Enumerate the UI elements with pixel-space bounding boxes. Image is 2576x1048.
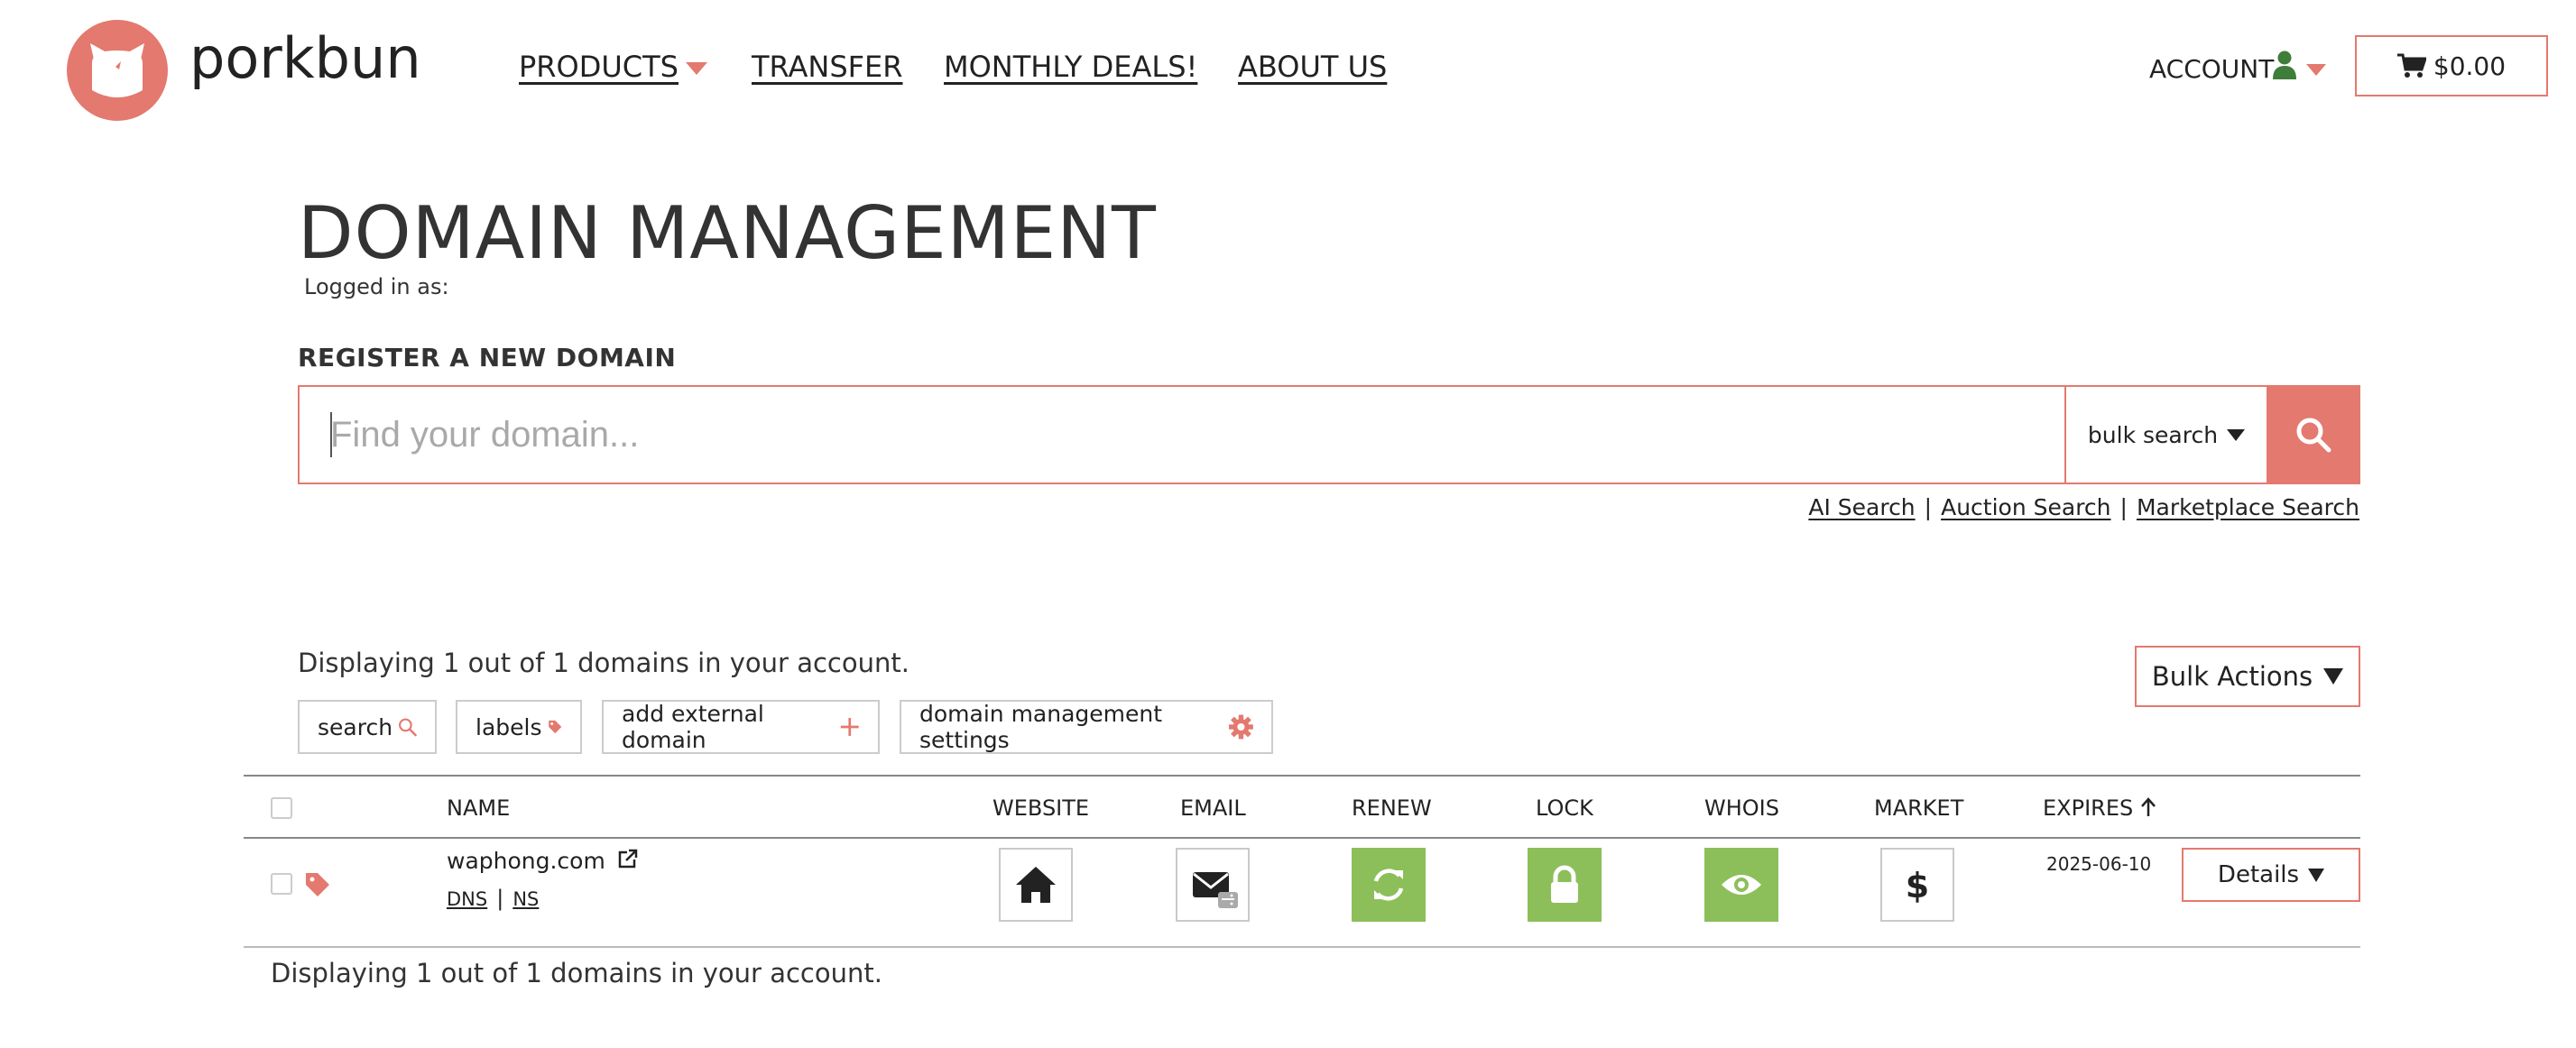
expiration-date: 2025-06-10 [2046, 853, 2152, 875]
nav-about-us[interactable]: ABOUT US [1238, 50, 1387, 84]
domain-name-link[interactable]: waphong.com [447, 848, 638, 874]
divider: | [2119, 494, 2128, 520]
search-domains-button[interactable]: search [298, 700, 437, 754]
select-all-checkbox[interactable] [271, 797, 292, 819]
domain-search-input[interactable] [300, 387, 2064, 483]
external-link-icon[interactable] [616, 849, 638, 870]
column-header-email[interactable]: EMAIL [1180, 795, 1246, 821]
bulk-search-dropdown[interactable]: bulk search [2064, 387, 2267, 483]
dollar-icon: $ [1906, 866, 1929, 905]
divider: | [496, 886, 504, 911]
cart-button[interactable]: $0.00 [2355, 35, 2548, 97]
add-external-label: add external domain [622, 701, 764, 753]
home-icon [1016, 867, 1056, 903]
tag-icon[interactable] [304, 871, 331, 898]
column-header-lock[interactable]: LOCK [1536, 795, 1593, 821]
register-domain-heading: REGISTER A NEW DOMAIN [298, 343, 677, 372]
account-menu[interactable]: ACCOUNT [2149, 54, 2274, 84]
divider: | [1924, 494, 1933, 520]
marketplace-search-link[interactable]: Marketplace Search [2137, 494, 2359, 520]
table-bottom-border [244, 946, 2360, 948]
whois-privacy-toggle[interactable] [1704, 848, 1778, 922]
bulk-actions-label: Bulk Actions [2151, 661, 2313, 692]
domain-search-bar: bulk search [298, 385, 2360, 484]
labels-button-label: labels [475, 713, 542, 740]
settings-button-label: domain management settings [919, 701, 1163, 753]
bulk-search-label: bulk search [2087, 421, 2219, 448]
column-header-name[interactable]: NAME [447, 795, 510, 821]
nav-products[interactable]: PRODUCTS [519, 50, 707, 84]
caret-down-icon [2227, 428, 2246, 441]
column-header-website[interactable]: WEBSITE [993, 795, 1089, 821]
details-button[interactable]: Details [2182, 848, 2360, 902]
search-sub-links: AI Search | Auction Search | Marketplace Sea… [1808, 494, 2359, 520]
search-submit-button[interactable] [2267, 385, 2360, 484]
arrow-up-icon [2140, 797, 2156, 816]
gear-icon [1229, 714, 1253, 740]
domain-count-text-bottom: Displaying 1 out of 1 domains in your ac… [271, 958, 882, 988]
auction-search-link[interactable]: Auction Search [1941, 494, 2110, 520]
svg-text:$: $ [1906, 866, 1929, 905]
search-icon [2296, 418, 2331, 453]
envelope-icon [1193, 872, 1238, 908]
caret-down-icon [685, 62, 707, 75]
user-icon[interactable] [2272, 51, 2297, 83]
pig-logo-icon[interactable] [67, 20, 168, 121]
eye-icon [1722, 875, 1761, 895]
table-top-border [244, 775, 2360, 777]
details-label: Details [2217, 861, 2300, 888]
renew-toggle[interactable] [1352, 848, 1426, 922]
column-header-renew[interactable]: RENEW [1352, 795, 1432, 821]
plus-icon [840, 718, 859, 736]
dns-link[interactable]: DNS [447, 888, 487, 910]
caret-down-icon [2308, 868, 2325, 882]
text-cursor [330, 412, 332, 457]
cart-total: $0.00 [2433, 51, 2507, 81]
nav-transfer[interactable]: TRANSFER [752, 50, 902, 84]
domain-record-links: DNS | NS [447, 886, 539, 911]
website-button[interactable] [999, 848, 1073, 922]
lock-toggle[interactable] [1528, 848, 1602, 922]
add-external-domain-button[interactable]: add external domain [602, 700, 880, 754]
domain-name-text: waphong.com [447, 848, 605, 874]
refresh-icon [1373, 869, 1404, 901]
nav-products-label: PRODUCTS [519, 50, 679, 84]
search-button-label: search [318, 713, 393, 740]
ns-link[interactable]: NS [512, 888, 539, 910]
domain-count-text: Displaying 1 out of 1 domains in your ac… [298, 648, 909, 678]
table-header-border [244, 837, 2360, 839]
nav-monthly-deals[interactable]: MONTHLY DEALS! [944, 50, 1197, 84]
caret-down-icon [2323, 668, 2344, 685]
column-header-market[interactable]: MARKET [1874, 795, 1963, 821]
column-header-whois[interactable]: WHOIS [1704, 795, 1779, 821]
email-button[interactable] [1176, 848, 1250, 922]
ai-search-link[interactable]: AI Search [1808, 494, 1915, 520]
column-header-expires[interactable]: EXPIRES [2043, 795, 2156, 821]
market-button[interactable]: $ [1880, 848, 1954, 922]
search-icon [399, 718, 417, 737]
brand-name[interactable]: porkbun [189, 25, 421, 91]
lock-icon [1551, 865, 1578, 903]
logged-in-label: Logged in as: [304, 274, 449, 299]
site-header: porkbun PRODUCTS TRANSFER MONTHLY DEALS!… [0, 0, 2576, 144]
bulk-actions-button[interactable]: Bulk Actions [2135, 646, 2360, 707]
page-title: DOMAIN MANAGEMENT [298, 191, 1157, 275]
domain-management-settings-button[interactable]: domain management settings [900, 700, 1273, 754]
row-checkbox[interactable] [271, 873, 292, 895]
labels-button[interactable]: labels [456, 700, 582, 754]
tag-icon [548, 720, 561, 734]
caret-down-icon[interactable] [2306, 64, 2326, 76]
cart-icon [2396, 53, 2426, 78]
expires-header-label: EXPIRES [2043, 795, 2134, 821]
